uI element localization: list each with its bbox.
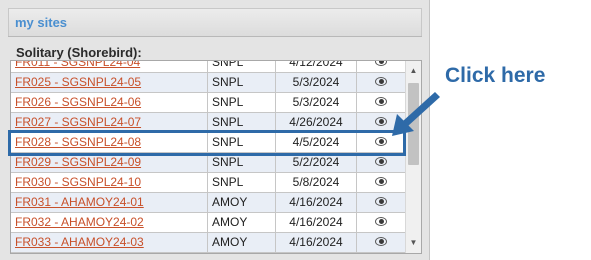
callout-arrow-icon [392,92,440,136]
arrow-shaft [403,92,440,126]
